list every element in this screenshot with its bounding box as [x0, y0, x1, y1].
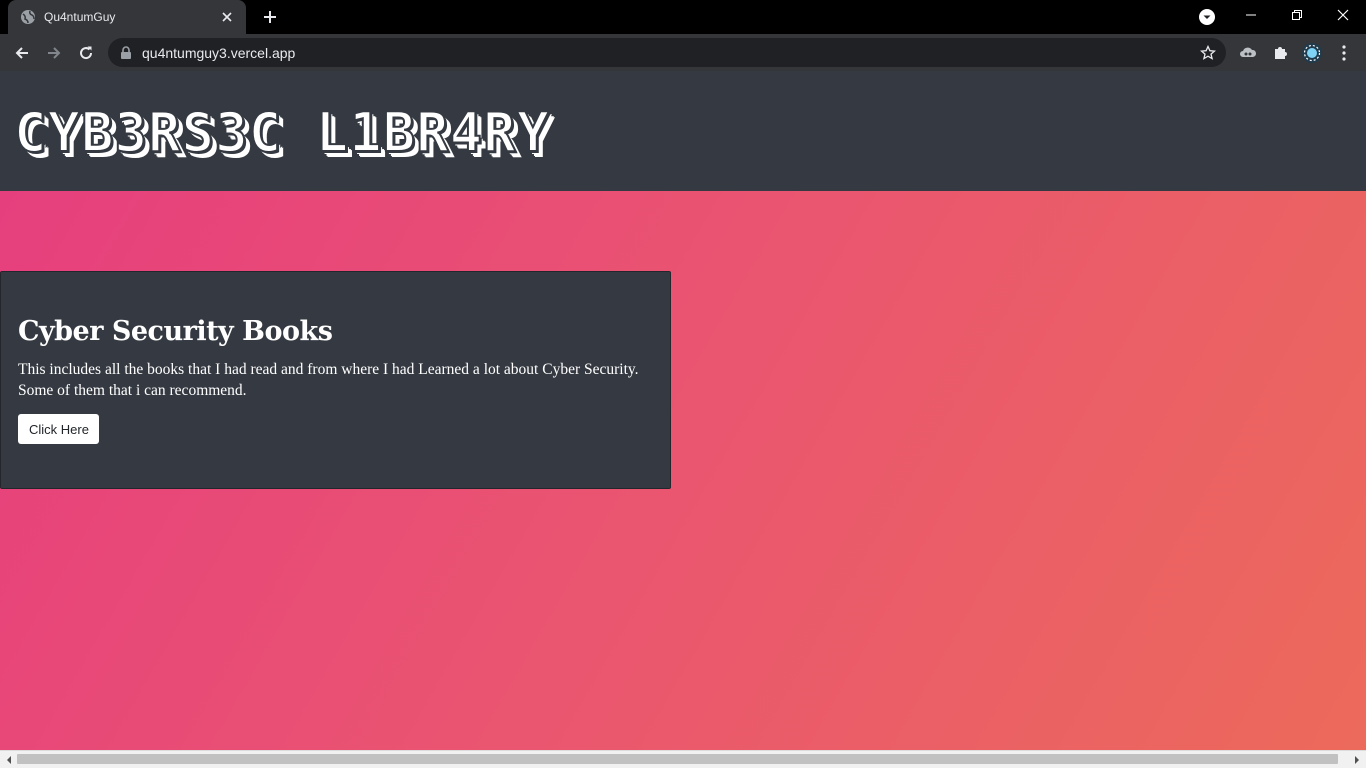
address-bar[interactable]: qu4ntumguy3.vercel.app: [108, 38, 1226, 67]
scroll-left-arrow-icon[interactable]: [3, 754, 15, 766]
back-button[interactable]: [8, 39, 36, 67]
minimize-icon: [1246, 14, 1256, 16]
profile-button[interactable]: [1298, 39, 1326, 67]
arrow-right-icon: [48, 47, 61, 59]
browser-toolbar: qu4ntumguy3.vercel.app: [0, 34, 1366, 71]
minimize-button[interactable]: [1228, 0, 1274, 30]
new-tab-button[interactable]: [258, 5, 282, 29]
reload-button[interactable]: [72, 39, 100, 67]
close-window-button[interactable]: [1320, 0, 1366, 30]
tab-title: Qu4ntumGuy: [44, 10, 116, 24]
tab-search-button[interactable]: [1197, 7, 1217, 27]
globe-icon: [20, 9, 36, 25]
plus-icon: [264, 11, 276, 23]
avatar: [1302, 43, 1322, 63]
forward-button[interactable]: [40, 39, 68, 67]
scroll-right-arrow-icon[interactable]: [1351, 754, 1363, 766]
tab-close-icon[interactable]: [218, 8, 236, 26]
tab-strip: Qu4ntumGuy: [0, 0, 1366, 34]
puzzle-icon: [1275, 47, 1287, 59]
card-title: Cyber Security Books: [18, 316, 333, 347]
site-header: CYB3RS3C L1BR4RY: [0, 71, 1366, 191]
kebab-icon: [1342, 45, 1346, 61]
horizontal-scrollbar[interactable]: [0, 750, 1366, 768]
extensions-button[interactable]: [1266, 39, 1294, 67]
chevron-down-icon: [1199, 9, 1215, 25]
star-icon[interactable]: [1198, 43, 1218, 63]
site-title: CYB3RS3C L1BR4RY: [13, 100, 551, 165]
cloud-extension-icon: [1240, 47, 1257, 57]
restore-button[interactable]: [1274, 0, 1320, 30]
browser-tab[interactable]: Qu4ntumGuy: [8, 0, 246, 34]
card-description: This includes all the books that I had r…: [18, 361, 639, 399]
extension-button[interactable]: [1234, 39, 1262, 67]
page-viewport: CYB3RS3C L1BR4RY Cyber Security Books Th…: [0, 71, 1366, 750]
arrow-left-icon: [15, 47, 28, 59]
reload-icon: [80, 46, 93, 60]
scrollbar-thumb[interactable]: [17, 754, 1338, 764]
lock-icon: [120, 45, 134, 60]
menu-button[interactable]: [1330, 39, 1358, 67]
close-icon: [1337, 9, 1349, 21]
restore-icon: [1292, 10, 1302, 20]
click-here-button[interactable]: Click Here: [18, 414, 99, 444]
url-text: qu4ntumguy3.vercel.app: [142, 44, 296, 61]
books-card: Cyber Security Books This includes all t…: [0, 271, 671, 489]
